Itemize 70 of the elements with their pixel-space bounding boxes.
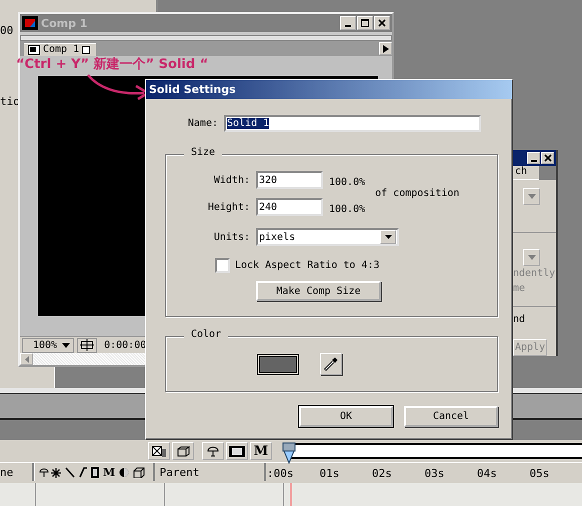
time-label: 03s (424, 466, 446, 480)
field-label: Height: (206, 202, 250, 212)
time-label: 01s (320, 466, 340, 480)
maximize-icon (361, 19, 369, 27)
color-swatch[interactable] (257, 354, 299, 374)
width-field[interactable]: 320 (256, 171, 323, 189)
caret-icon (384, 235, 392, 239)
safe-zones-icon[interactable] (77, 338, 98, 352)
field-label: Width: (212, 174, 250, 186)
time-label: 05s (530, 466, 550, 480)
percent-text: 100.0% (329, 176, 366, 188)
shy-icon[interactable] (202, 442, 224, 460)
column-header[interactable]: Parent (154, 463, 266, 481)
zoom-dropdown[interactable]: 100% (22, 338, 74, 352)
maximize-button[interactable] (357, 16, 373, 30)
time-label: 04s (477, 466, 498, 480)
switch-icons-drawing (119, 466, 146, 478)
height-field[interactable]: 240 (256, 198, 323, 216)
motion-blur-button[interactable]: M (250, 442, 272, 460)
group-label: Size (184, 147, 222, 158)
motion-blur-label: M (102, 466, 116, 478)
scroll-left-button[interactable] (20, 353, 33, 365)
close-button[interactable] (541, 152, 554, 164)
switches-header[interactable]: M (34, 463, 155, 481)
composition-note: of composition (375, 188, 460, 199)
film-icon[interactable] (226, 442, 248, 460)
column-header[interactable]: ne (0, 463, 34, 481)
name-field[interactable]: Solid 1 (224, 115, 481, 132)
dialog-title: Solid Settings (149, 83, 236, 96)
panel-tab[interactable]: ch (513, 166, 540, 180)
time-ruler[interactable]: :00s 01s 02s 03s 04s 05s (266, 463, 582, 483)
minimize-button[interactable] (340, 16, 356, 30)
tab-label: Comp 1 (43, 44, 80, 56)
comp-tab[interactable]: Comp 1 (24, 43, 96, 56)
units-dropdown[interactable]: pixels (256, 228, 399, 246)
cancel-button[interactable]: Cancel (404, 406, 498, 427)
panel-text: me (513, 282, 526, 296)
lock-checkbox[interactable] (215, 258, 230, 273)
comp-icon (28, 45, 40, 55)
left-arrow-icon (24, 356, 28, 362)
field-label: Name: (186, 118, 218, 129)
field-label: Units: (212, 232, 250, 242)
time-label: 02s (372, 466, 393, 480)
panel-text: ndently (513, 267, 556, 281)
make-comp-size-button[interactable]: Make Comp Size (256, 281, 381, 301)
checkbox-label: Lock Aspect Ratio to 4:3 (235, 260, 380, 271)
right-arrow-icon (382, 44, 388, 52)
caret-icon (62, 342, 70, 348)
ok-button[interactable]: OK (299, 406, 393, 427)
tab-menu-icon[interactable] (82, 46, 90, 54)
minimize-button[interactable] (527, 152, 540, 164)
close-button[interactable] (374, 16, 390, 30)
time-label: :00s (267, 466, 294, 480)
close-icon (378, 19, 386, 27)
film-icon (22, 16, 38, 30)
percent-text: 100.0% (329, 202, 366, 214)
close-icon (544, 154, 552, 162)
eyedropper-icon (323, 356, 339, 372)
window-title: Comp 1 (41, 16, 88, 30)
eyedropper-button[interactable] (320, 353, 342, 375)
panel-text: 00 (0, 24, 14, 37)
layer-icon[interactable] (148, 442, 170, 460)
scroll-right-button[interactable] (379, 42, 392, 55)
playhead-handle[interactable] (282, 442, 296, 464)
cube-icon[interactable] (172, 442, 194, 460)
group-label: Color (184, 329, 228, 340)
time-navigator[interactable] (290, 443, 582, 459)
timecode[interactable]: 0:00:00 (100, 340, 146, 350)
annotation-text: “Ctrl + Y” 新建一个” Solid “ (16, 58, 208, 72)
switch-icons-drawing (38, 466, 99, 478)
